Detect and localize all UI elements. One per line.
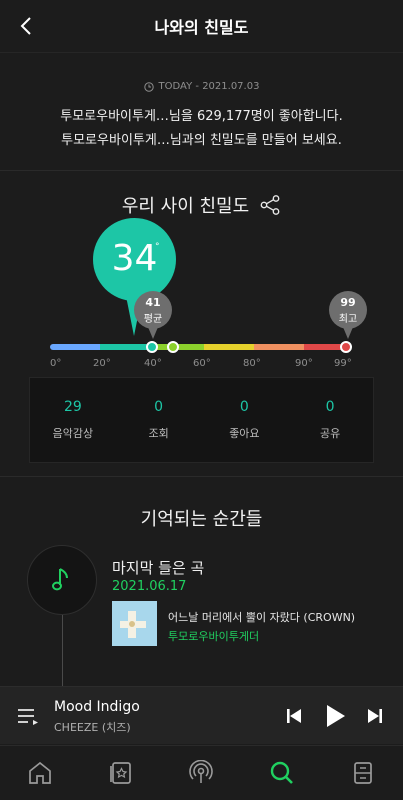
max-pin: 99 최고	[329, 291, 367, 329]
intimacy-title-row: 우리 사이 친밀도	[0, 192, 403, 218]
scale-ticks: 0° 20° 40° 60° 80° 90° 99°	[0, 358, 403, 372]
mini-player[interactable]: Mood Indigo CHEEZE (치즈)	[0, 686, 403, 744]
my-score-value: 34	[111, 238, 158, 279]
search-icon	[270, 761, 293, 784]
divider	[0, 170, 403, 171]
locker-icon	[353, 762, 372, 784]
previous-button[interactable]	[281, 703, 307, 729]
moment-title: 마지막 들은 곡	[112, 559, 205, 577]
nav-my[interactable]	[322, 746, 403, 800]
nav-library[interactable]	[81, 746, 162, 800]
today-label-row: TODAY - 2021.07.03	[0, 81, 403, 92]
nav-search[interactable]	[242, 746, 323, 800]
stat-likes-label: 좋아요	[229, 427, 260, 440]
scale-tick-label: 40°	[144, 358, 162, 369]
stat-views: 0 조회	[116, 378, 202, 462]
scale-segment	[100, 344, 152, 350]
my-score-degree: °	[155, 242, 160, 252]
scale-tick-label: 20°	[93, 358, 111, 369]
max-value: 99	[340, 296, 356, 309]
stat-listen-value: 29	[63, 399, 82, 415]
stat-shares: 0 공유	[287, 378, 373, 462]
skip-previous-icon	[287, 709, 301, 723]
share-icon[interactable]	[259, 194, 281, 216]
intimacy-scale-bar	[50, 344, 348, 350]
play-button[interactable]	[322, 703, 348, 729]
nav-home[interactable]	[0, 746, 81, 800]
skip-next-icon	[368, 709, 382, 723]
bottom-navigation	[0, 745, 403, 800]
stats-panel: 29 음악감상 0 조회 0 좋아요 0 공유	[29, 377, 374, 463]
library-icon	[110, 762, 131, 784]
max-label: 최고	[338, 314, 358, 325]
scale-segment	[254, 344, 304, 350]
clock-icon	[143, 81, 154, 92]
scale-tick-label: 80°	[243, 358, 261, 369]
max-pin-tail	[343, 327, 353, 339]
moment-date: 2021.06.17	[112, 579, 187, 594]
scale-tick-label: 0°	[50, 358, 62, 369]
album-thumbnail[interactable]	[112, 601, 157, 646]
song-title[interactable]: 어느날 머리에서 뿔이 자랐다 (CROWN)	[168, 609, 355, 625]
stat-shares-value: 0	[325, 399, 335, 415]
stat-shares-label: 공유	[320, 427, 341, 440]
next-button[interactable]	[362, 703, 388, 729]
today-date: TODAY - 2021.07.03	[158, 81, 260, 92]
average-marker	[166, 341, 179, 353]
divider	[0, 476, 403, 477]
stat-likes-value: 0	[239, 399, 249, 415]
moments-title: 기억되는 순간들	[140, 509, 263, 530]
my-score-bubble: 34 °	[93, 218, 176, 301]
stat-listen-label: 음악감상	[52, 427, 94, 440]
invite-message: 투모로우바이투게…님과의 친밀도를 만들어 보세요.	[61, 133, 342, 148]
playlist-icon[interactable]	[16, 704, 40, 728]
nav-podcast[interactable]	[161, 746, 242, 800]
player-track-title[interactable]: Mood Indigo	[54, 699, 140, 715]
my-score-marker	[145, 341, 158, 353]
home-icon	[29, 761, 52, 784]
stat-listen: 29 음악감상	[30, 378, 116, 462]
scale-tick-label: 99°	[334, 358, 352, 369]
music-note-icon	[52, 568, 68, 591]
scale-tick-label: 60°	[193, 358, 211, 369]
moment-icon-circle	[27, 545, 97, 615]
song-artist[interactable]: 투모로우바이투게더	[168, 628, 259, 644]
average-pin: 41 평균	[134, 291, 172, 329]
album-art-image	[112, 601, 157, 646]
podcast-icon	[189, 760, 214, 783]
scale-segment	[50, 344, 100, 350]
intimacy-title: 우리 사이 친밀도	[121, 196, 250, 217]
fan-count-message: 투모로우바이투게…님을 629,177명이 좋아합니다.	[60, 109, 343, 124]
scale-tick-label: 90°	[295, 358, 313, 369]
page-title: 나와의 친밀도	[154, 18, 249, 37]
play-icon	[327, 705, 345, 727]
summary-section: TODAY - 2021.07.03 투모로우바이투게…님을 629,177명이…	[0, 52, 403, 168]
timeline-line	[62, 610, 63, 690]
max-marker	[340, 341, 352, 353]
stat-likes: 0 좋아요	[202, 378, 288, 462]
scale-segment	[204, 344, 254, 350]
player-track-artist[interactable]: CHEEZE (치즈)	[54, 719, 131, 735]
stat-views-label: 조회	[148, 427, 169, 440]
stat-views-value: 0	[154, 399, 164, 415]
header: 나와의 친밀도	[0, 0, 403, 52]
average-value: 41	[145, 296, 161, 309]
average-pin-tail	[148, 327, 158, 339]
average-label: 평균	[143, 314, 163, 325]
